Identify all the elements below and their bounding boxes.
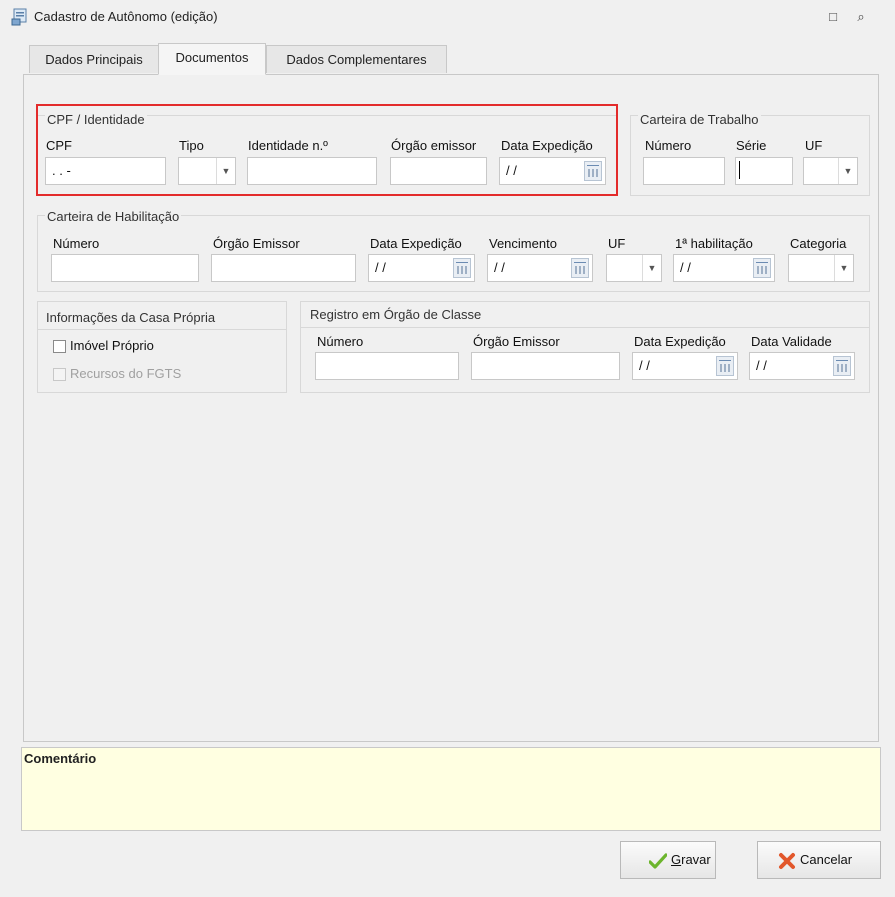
comment-label: Comentário xyxy=(24,751,97,766)
recursos-fgts-label[interactable]: Recursos do FGTS xyxy=(70,366,181,381)
cnh-vencimento-label: Vencimento xyxy=(489,236,557,251)
ctps-numero-label: Número xyxy=(645,138,692,153)
cnh-categoria-label: Categoria xyxy=(790,236,847,251)
group-divider xyxy=(301,327,869,328)
date-value: / / xyxy=(494,260,505,275)
tab-documentos[interactable]: Documentos xyxy=(158,43,266,75)
save-button[interactable]: Gravar xyxy=(620,841,716,879)
ctps-numero-input[interactable] xyxy=(643,157,725,185)
classe-data-expedicao-input[interactable]: / / xyxy=(632,352,738,380)
cnh-group-title: Carteira de Habilitação xyxy=(45,209,182,224)
app-icon xyxy=(11,8,27,26)
classe-data-validade-label: Data Validade xyxy=(751,334,832,349)
imovel-proprio-label[interactable]: Imóvel Próprio xyxy=(70,338,154,353)
cancel-button[interactable]: Cancelar xyxy=(757,841,881,879)
cnh-uf-select[interactable]: ▼ xyxy=(606,254,662,282)
tab-label: Dados Principais xyxy=(45,52,143,67)
cancel-label: Cancelar xyxy=(800,852,853,867)
ctps-serie-label: Série xyxy=(736,138,767,153)
cnh-categoria-select[interactable]: ▼ xyxy=(788,254,854,282)
ctps-uf-select[interactable]: ▼ xyxy=(803,157,858,185)
ctps-uf-label: UF xyxy=(805,138,823,153)
ctps-serie-input[interactable] xyxy=(735,157,793,185)
check-icon xyxy=(649,852,667,869)
chevron-down-icon[interactable]: ▼ xyxy=(834,255,853,281)
calendar-icon[interactable] xyxy=(571,258,589,278)
window-title: Cadastro de Autônomo (edição) xyxy=(34,9,218,24)
cnh-numero-input[interactable] xyxy=(51,254,199,282)
close-icon[interactable]: ⌕ xyxy=(852,8,870,26)
date-value: / / xyxy=(756,358,767,373)
tab-label: Dados Complementares xyxy=(286,52,427,67)
calendar-icon[interactable] xyxy=(453,258,471,278)
highlight-box xyxy=(36,104,618,196)
close-x-icon xyxy=(779,852,795,869)
cnh-orgao-input[interactable] xyxy=(211,254,356,282)
cnh-data-expedicao-label: Data Expedição xyxy=(370,236,462,251)
restore-icon[interactable]: □ xyxy=(824,8,842,26)
casa-group-title: Informações da Casa Própria xyxy=(46,310,216,325)
ctps-group-title: Carteira de Trabalho xyxy=(638,112,761,127)
save-label-rest: ravar xyxy=(681,852,711,867)
date-value: / / xyxy=(680,260,691,275)
tab-dados-complementares[interactable]: Dados Complementares xyxy=(266,45,447,73)
cnh-orgao-label: Órgão Emissor xyxy=(213,236,300,251)
cnh-uf-label: UF xyxy=(608,236,626,251)
date-value: / / xyxy=(375,260,386,275)
tab-dados-principais[interactable]: Dados Principais xyxy=(29,45,159,73)
group-divider xyxy=(38,329,286,330)
classe-data-expedicao-label: Data Expedição xyxy=(634,334,726,349)
classe-orgao-label: Órgão Emissor xyxy=(473,334,560,349)
save-mnemonic: G xyxy=(671,852,682,867)
recursos-fgts-checkbox[interactable] xyxy=(53,368,66,381)
classe-orgao-input[interactable] xyxy=(471,352,620,380)
cnh-numero-label: Número xyxy=(53,236,100,251)
chevron-down-icon[interactable]: ▼ xyxy=(838,158,857,184)
cnh-primeira-habilitacao-input[interactable]: / / xyxy=(673,254,775,282)
classe-numero-label: Número xyxy=(317,334,364,349)
cnh-vencimento-input[interactable]: / / xyxy=(487,254,593,282)
calendar-icon[interactable] xyxy=(753,258,771,278)
cnh-data-expedicao-input[interactable]: / / xyxy=(368,254,475,282)
imovel-proprio-checkbox[interactable] xyxy=(53,340,66,353)
comment-area[interactable]: Comentário xyxy=(21,747,881,831)
chevron-down-icon[interactable]: ▼ xyxy=(642,255,661,281)
date-value: / / xyxy=(639,358,650,373)
calendar-icon[interactable] xyxy=(716,356,734,376)
classe-group-title: Registro em Órgão de Classe xyxy=(310,307,482,322)
classe-data-validade-input[interactable]: / / xyxy=(749,352,855,380)
tab-label: Documentos xyxy=(175,50,249,65)
text-cursor xyxy=(739,161,740,179)
calendar-icon[interactable] xyxy=(833,356,851,376)
classe-numero-input[interactable] xyxy=(315,352,459,380)
cnh-primeira-habilitacao-label: 1ª habilitação xyxy=(675,236,753,251)
